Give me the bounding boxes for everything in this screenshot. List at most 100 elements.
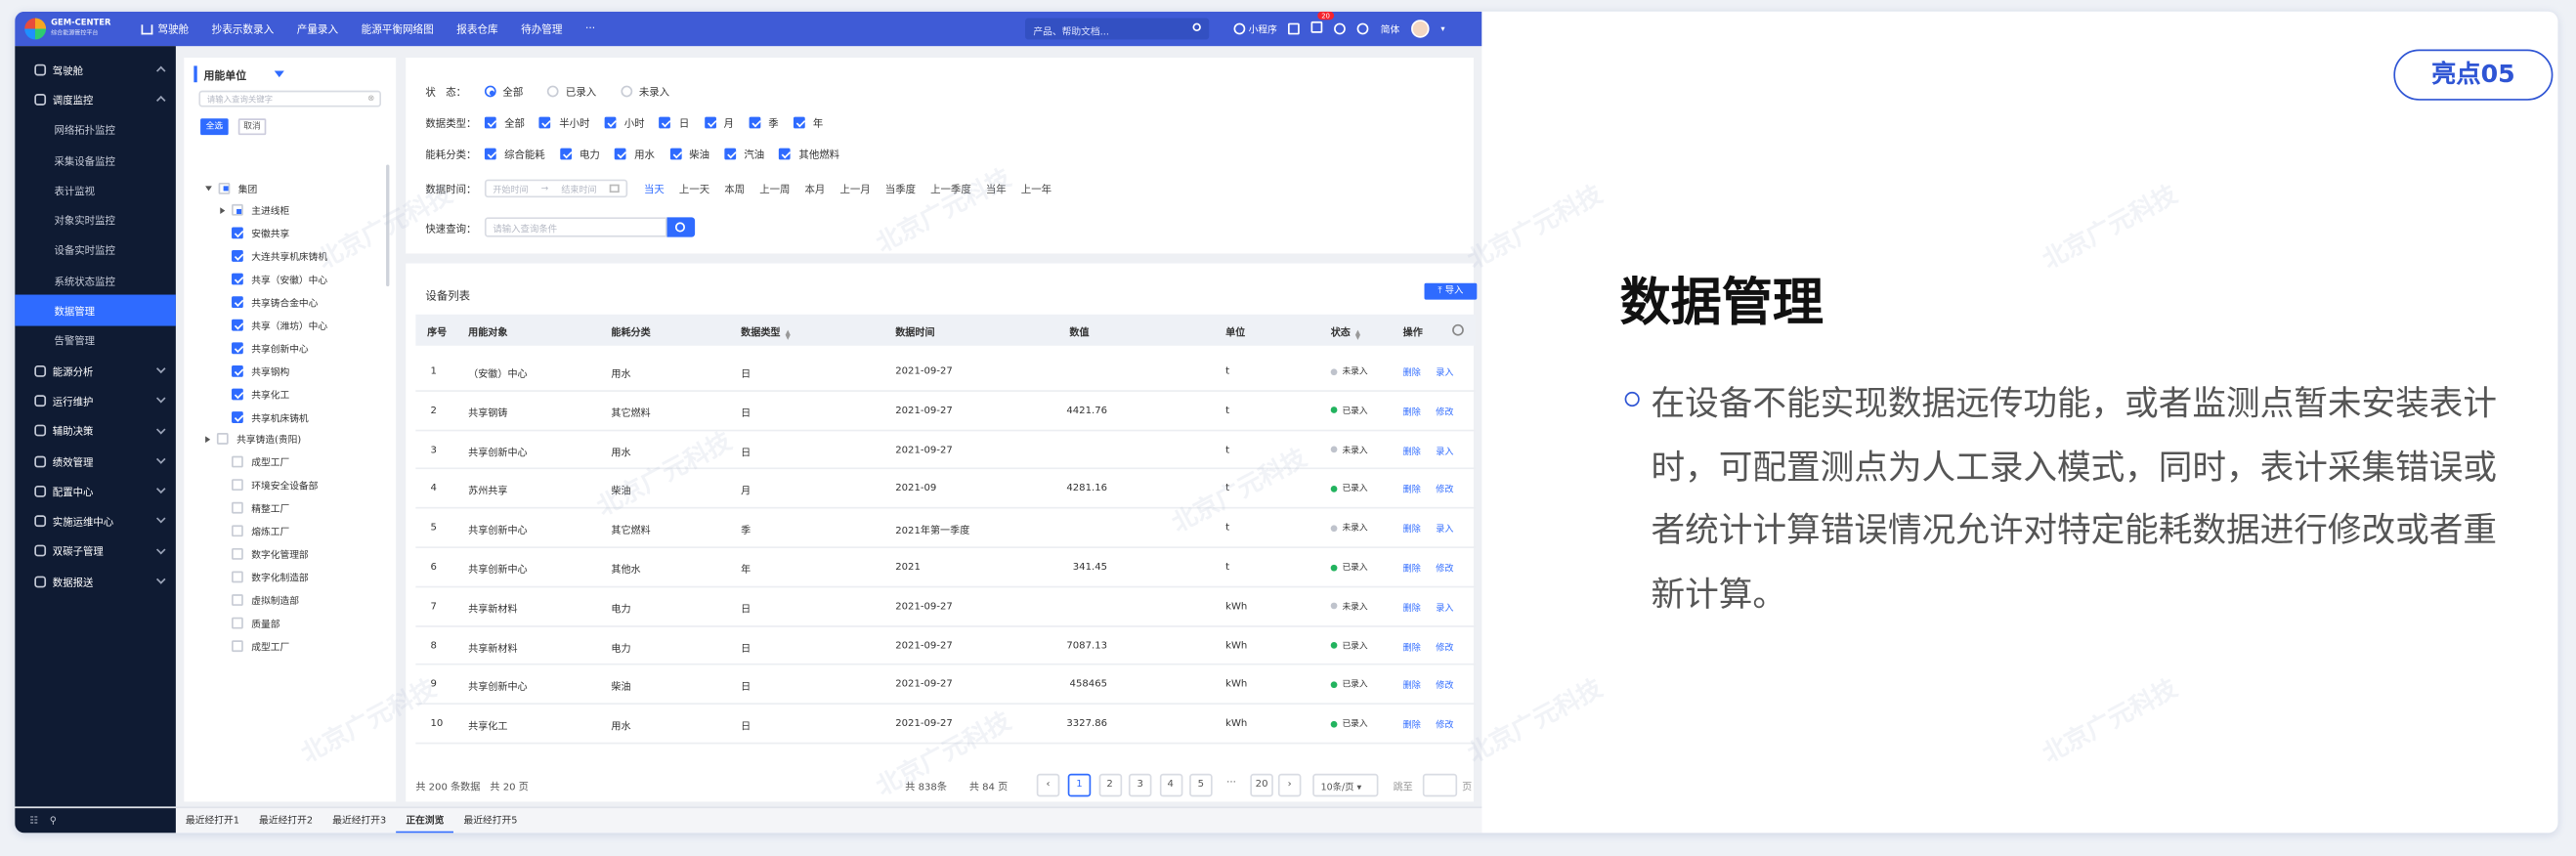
time-preset-button[interactable]: 本周 [724,181,745,196]
tree-checkbox[interactable] [232,387,243,400]
tree-checkbox[interactable] [232,456,243,468]
datatype-option[interactable]: 年 [793,115,823,130]
energy-option[interactable]: 用水 [614,147,655,161]
tree-node[interactable]: 环境安全设备部 [220,475,318,494]
tree-node[interactable]: 安徽共享 [220,224,289,243]
sidebar-item[interactable]: 告警管理 [15,325,176,356]
date-range-picker[interactable]: 开始时间 → 结束时间 [484,179,628,198]
nav-item[interactable]: 驾驶舱 [130,21,200,36]
energy-option[interactable]: 汽油 [724,147,764,161]
chevron-up-icon[interactable] [155,65,166,76]
datatype-option[interactable]: 月 [704,115,734,130]
energy-option[interactable]: 综合能耗 [484,147,545,161]
delete-link[interactable]: 删除 [1403,365,1421,378]
sidebar-item[interactable]: 辅助决策 [15,415,176,446]
notification-button[interactable]: 20 [1311,11,1334,36]
prev-page-button[interactable]: ‹ [1036,773,1060,797]
import-button[interactable]: ⤒ 导入 [1424,282,1478,300]
sidebar-item[interactable]: 数据报送 [15,567,176,597]
checkbox[interactable] [724,148,736,160]
select-all-button[interactable]: 全选 [200,118,229,136]
next-page-button[interactable]: › [1277,773,1302,797]
tree-checkbox[interactable] [232,593,243,606]
checkbox[interactable] [484,148,496,160]
tree-checkbox[interactable] [218,182,231,193]
tree-node[interactable]: 共享铸造(贵阳) [205,429,301,449]
tree-node[interactable]: 共享创新中心 [220,338,309,358]
sidebar-item[interactable]: 驾驶舱 [15,55,176,85]
edit-link[interactable]: 修改 [1436,405,1453,417]
global-search-input[interactable]: 产品、帮助文档... [1025,18,1210,40]
checkbox[interactable] [749,116,760,129]
clear-icon[interactable]: ⊗ [367,94,374,104]
sidebar-item[interactable]: 网络拓扑监控 [15,114,176,145]
chevron-down-icon[interactable] [155,424,166,434]
goto-input[interactable] [1422,773,1458,797]
tree-checkbox[interactable] [232,319,243,331]
tree-checkbox[interactable] [232,479,243,492]
sidebar-item[interactable]: 调度监控 [15,84,176,114]
page-button[interactable]: 2 [1097,773,1122,797]
delete-link[interactable]: 删除 [1403,483,1421,496]
page-button[interactable]: 3 [1128,773,1152,797]
delete-link[interactable]: 删除 [1403,601,1421,614]
radio-button[interactable] [484,85,496,98]
page-button[interactable]: 1 [1067,773,1092,797]
th-status[interactable]: 状态 ▲ ▼ [1331,324,1362,339]
tree-node[interactable]: 精整工厂 [220,498,289,518]
delete-link[interactable]: 删除 [1403,718,1421,731]
tree-checkbox[interactable] [232,525,243,537]
time-preset-button[interactable]: 当年 [986,181,1007,196]
checkbox[interactable] [704,116,716,129]
delete-link[interactable]: 删除 [1403,405,1421,417]
sidebar-item[interactable]: 能源分析 [15,356,176,386]
cancel-select-button[interactable]: 取消 [237,118,267,136]
logo[interactable]: GEM-CENTER 综合能源管控平台 [15,18,130,40]
recent-tab[interactable]: 最近经打开5 [453,807,527,833]
delete-link[interactable]: 删除 [1403,640,1421,653]
nav-item[interactable]: 抄表示数录入 [200,21,285,36]
tree-node[interactable]: 熔炼工厂 [220,521,289,540]
chevron-down-icon[interactable] [155,514,166,525]
tree-checkbox[interactable] [232,501,243,514]
datatype-option[interactable]: 全部 [484,115,525,130]
tree-node[interactable]: 共享（潍坊）中心 [220,315,327,334]
tree-checkbox[interactable] [232,410,243,423]
tree-node[interactable]: 共享（安徽）中心 [220,270,327,289]
time-preset-button[interactable]: 当季度 [885,181,916,196]
delete-link[interactable]: 删除 [1403,679,1421,692]
tree-node[interactable]: 成型工厂 [220,452,289,472]
page-button[interactable]: 20 [1250,773,1273,797]
chevron-down-icon[interactable] [155,394,166,404]
page-button[interactable]: 4 [1159,773,1182,797]
tree-checkbox[interactable] [232,250,243,263]
tree-node[interactable]: 共享铸合金中心 [220,292,318,312]
recent-tab[interactable]: 最近经打开3 [322,807,396,833]
enter-link[interactable]: 录入 [1436,522,1453,535]
tree-scrollbar[interactable] [386,164,390,287]
tree-checkbox[interactable] [232,547,243,560]
chevron-down-icon[interactable] [155,454,166,464]
chevron-down-icon[interactable] [155,575,166,584]
nav-item[interactable]: 产量录入 [285,21,350,36]
nav-item[interactable]: ··· [574,23,607,35]
checkbox[interactable] [614,148,626,160]
tree-checkbox[interactable] [232,296,243,309]
sidebar-item[interactable]: 对象实时监控 [15,205,176,235]
checkbox[interactable] [793,116,805,129]
checkbox[interactable] [604,116,617,129]
edit-link[interactable]: 修改 [1436,640,1453,653]
chevron-down-icon[interactable] [155,484,166,494]
tree-node[interactable]: 数字化管理部 [220,544,309,564]
sidebar-item[interactable]: 绩效管理 [15,446,176,476]
page-size-select[interactable]: 10条/页 ▾ [1312,773,1379,797]
chevron-down-icon[interactable]: ▾ [1440,23,1444,33]
caret-down-icon[interactable] [205,185,212,191]
caret-right-icon[interactable] [205,436,211,443]
quick-search-button[interactable] [666,217,696,237]
sidebar-item[interactable]: 数据管理 [15,295,176,325]
tree-node[interactable]: 成型工厂 [220,635,289,655]
tree-node[interactable]: 质量部 [220,613,279,632]
tree-node[interactable]: 数字化制造部 [220,567,309,586]
search-icon[interactable] [1192,22,1201,32]
